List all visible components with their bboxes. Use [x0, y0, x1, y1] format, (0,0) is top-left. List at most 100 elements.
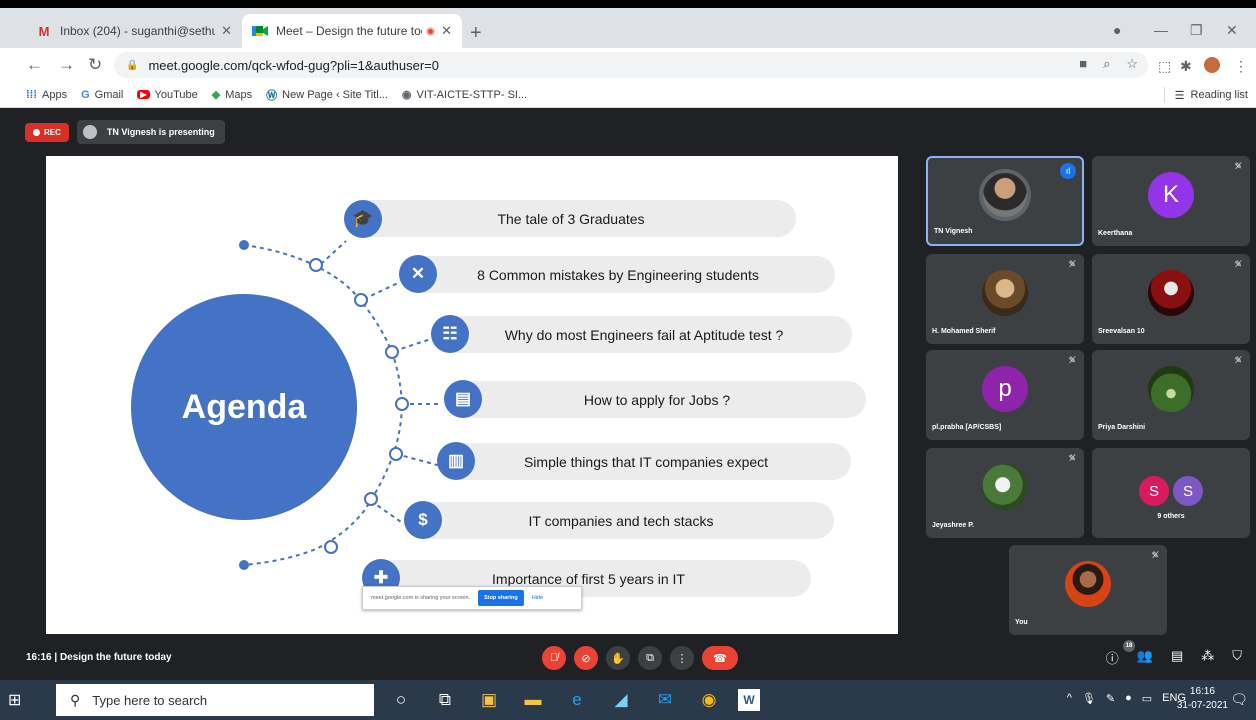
participant-tile[interactable]: K ✎̸ Keerthana — [1092, 156, 1250, 246]
agenda-item-text: IT companies and tech stacks — [528, 512, 714, 529]
bookmark-wordpress[interactable]: Ⓦ New Page ‹ Site Titl... — [266, 87, 388, 103]
present-button[interactable]: ⧉ — [638, 646, 662, 670]
hide-button[interactable]: Hide — [532, 595, 543, 601]
profile-dot-icon[interactable]: ● — [1113, 22, 1121, 38]
bookmark-gmail[interactable]: G Gmail — [81, 89, 123, 101]
avatar — [982, 463, 1028, 510]
participant-tile[interactable]: ✎̸ Jeyashree P. — [926, 448, 1084, 538]
camera-off-button[interactable]: ⊘ — [574, 646, 598, 670]
windows-start-icon[interactable]: ⊞ — [8, 690, 21, 710]
cortana-icon[interactable]: ○ — [386, 686, 416, 714]
youtube-icon: ▶ — [137, 90, 150, 99]
participant-tile-self[interactable]: ✎̸ You — [1009, 545, 1167, 635]
taskbar-search[interactable]: ⚲ Type here to search — [56, 684, 374, 716]
camera-icon[interactable]: ■ — [1079, 56, 1087, 72]
info-icon[interactable]: ⓘ — [1106, 648, 1119, 667]
maps-icon: ◆ — [211, 89, 221, 101]
file-explorer-icon[interactable]: ▬ — [518, 686, 548, 714]
chevron-up-icon[interactable]: ^ — [1067, 692, 1072, 705]
avatar[interactable] — [1204, 57, 1220, 73]
gmail-icon: M — [38, 23, 50, 39]
paint-icon[interactable]: ◢ — [606, 686, 636, 714]
close-icon[interactable]: ✕ — [441, 23, 452, 39]
reading-list-button[interactable]: ☰ Reading list — [1163, 87, 1248, 103]
close-window-icon[interactable]: ✕ — [1226, 22, 1238, 39]
extension-icon[interactable]: ⬚ — [1158, 58, 1171, 75]
activities-icon[interactable]: ⁂ — [1201, 648, 1214, 667]
avatar — [979, 168, 1031, 221]
avatar: S — [1139, 476, 1169, 506]
presenting-label: TN Vignesh is presenting — [106, 127, 215, 137]
participant-tile[interactable]: ✎̸ H. Mohamed Sherif — [926, 254, 1084, 344]
avatar: S — [1173, 476, 1203, 506]
store-icon[interactable]: ▣ — [474, 686, 504, 714]
agenda-item: How to apply for Jobs ? — [448, 381, 866, 418]
security-icon[interactable]: ● — [1125, 692, 1132, 705]
stop-sharing-button[interactable]: Stop sharing — [478, 590, 524, 606]
clock-date: 31-07-2021 — [1176, 700, 1228, 711]
edge-icon[interactable]: e — [562, 686, 592, 714]
taskbar-apps: ○ ⧉ ▣ ▬ e ◢ ✉ ◉ W — [386, 686, 760, 714]
meet-window: REC TN Vignesh is presenting Agenda The … — [0, 108, 1256, 680]
word-icon[interactable]: W — [738, 689, 760, 711]
recording-icon — [426, 26, 436, 36]
reload-icon[interactable]: ↻ — [88, 55, 102, 75]
bookmark-vit[interactable]: ◉ VIT-AICTE-STTP- SI... — [401, 88, 527, 102]
chat-icon[interactable]: ▤ — [1171, 648, 1183, 667]
others-avatars: S S — [1139, 476, 1203, 506]
screen-share-bar: meet.google.com is sharing your screen. … — [362, 586, 582, 610]
agenda-item-text: Importance of first 5 years in IT — [492, 570, 685, 587]
tab-gmail[interactable]: M Inbox (204) - suganthi@sethu.ac ✕ — [26, 14, 242, 48]
menu-icon[interactable]: ⋮ — [1234, 58, 1248, 75]
mic-off-icon: ✎̸ — [1068, 453, 1076, 463]
task-view-icon[interactable]: ⧉ — [430, 686, 460, 714]
host-controls-icon[interactable]: ⛉ — [1232, 648, 1242, 667]
mail-icon[interactable]: ✉ — [650, 686, 680, 714]
browser-toolbar: ← → ↻ 🔒 meet.google.com/qck-wfod-gug?pli… — [0, 48, 1256, 82]
participant-tile[interactable]: ✎̸ Priya Darshini — [1092, 350, 1250, 440]
meet-controls-bar: 16:16 | Design the future today 🎙̸ ⊘ ✋ ⧉… — [0, 638, 1256, 680]
chrome-icon[interactable]: ◉ — [694, 686, 724, 714]
mic-off-icon: ✎̸ — [1234, 355, 1242, 365]
taskbar-clock[interactable]: 16:16 31-07-2021 — [1177, 685, 1228, 713]
agenda-title: Agenda — [131, 294, 357, 520]
raise-hand-button[interactable]: ✋ — [606, 646, 630, 670]
meeting-info: 16:16 | Design the future today — [26, 652, 172, 663]
end-call-button[interactable]: ☎ — [702, 646, 738, 670]
search-placeholder: Type here to search — [92, 692, 208, 708]
bookmark-apps[interactable]: ⁞⁞⁞ Apps — [26, 89, 67, 101]
bookmark-youtube[interactable]: ▶ YouTube — [137, 89, 198, 101]
star-icon[interactable]: ☆ — [1126, 56, 1138, 72]
minimize-icon[interactable]: — — [1154, 22, 1168, 38]
agenda-item: IT companies and tech stacks — [408, 502, 834, 539]
puzzle-icon[interactable]: ✱ — [1180, 58, 1192, 75]
network-icon[interactable]: ▭ — [1142, 692, 1152, 705]
tab-meet[interactable]: Meet – Design the future toc ✕ — [242, 14, 462, 48]
bookmark-maps[interactable]: ◆ Maps — [211, 88, 252, 102]
participant-tile[interactable]: ✎̸ Sreevalsan 10 — [1092, 254, 1250, 344]
close-icon[interactable]: ✕ — [221, 23, 232, 39]
participant-tile-others[interactable]: S S 9 others — [1092, 448, 1250, 538]
mic-icon[interactable]: 🎙 — [1082, 692, 1096, 705]
more-options-button[interactable]: ⋮ — [670, 646, 694, 670]
back-icon[interactable]: ← — [26, 55, 43, 75]
participant-tile[interactable]: p ✎̸ pl.prabha [AP/CSBS] — [926, 350, 1084, 440]
mic-off-button[interactable]: 🎙̸ — [542, 646, 566, 670]
restore-icon[interactable]: ❐ — [1190, 22, 1203, 39]
new-tab-button[interactable]: + — [470, 22, 482, 45]
globe-icon: ◉ — [401, 89, 412, 101]
forward-icon[interactable]: → — [58, 55, 75, 75]
mic-off-icon: ✎̸ — [1151, 550, 1159, 560]
pen-icon[interactable]: ✎ — [1106, 692, 1115, 705]
address-bar[interactable]: 🔒 meet.google.com/qck-wfod-gug?pli=1&aut… — [114, 52, 1148, 78]
participant-tile[interactable]: ıl TN Vignesh — [926, 156, 1084, 246]
share-status-text: meet.google.com is sharing your screen. — [371, 595, 471, 601]
bookmark-label: Gmail — [94, 88, 124, 101]
zoom-icon[interactable]: ⌕ — [1103, 56, 1110, 72]
notification-icon[interactable]: 🗨 — [1230, 691, 1248, 708]
side-controls: ⓘ 👥 ▤ ⁂ ⛉ — [1106, 648, 1242, 667]
presenting-badge: TN Vignesh is presenting — [76, 120, 225, 144]
graduation-cap-icon: 🎓 — [344, 200, 382, 238]
agenda-item-text: How to apply for Jobs ? — [583, 391, 731, 408]
people-icon[interactable]: 👥 — [1137, 648, 1153, 667]
